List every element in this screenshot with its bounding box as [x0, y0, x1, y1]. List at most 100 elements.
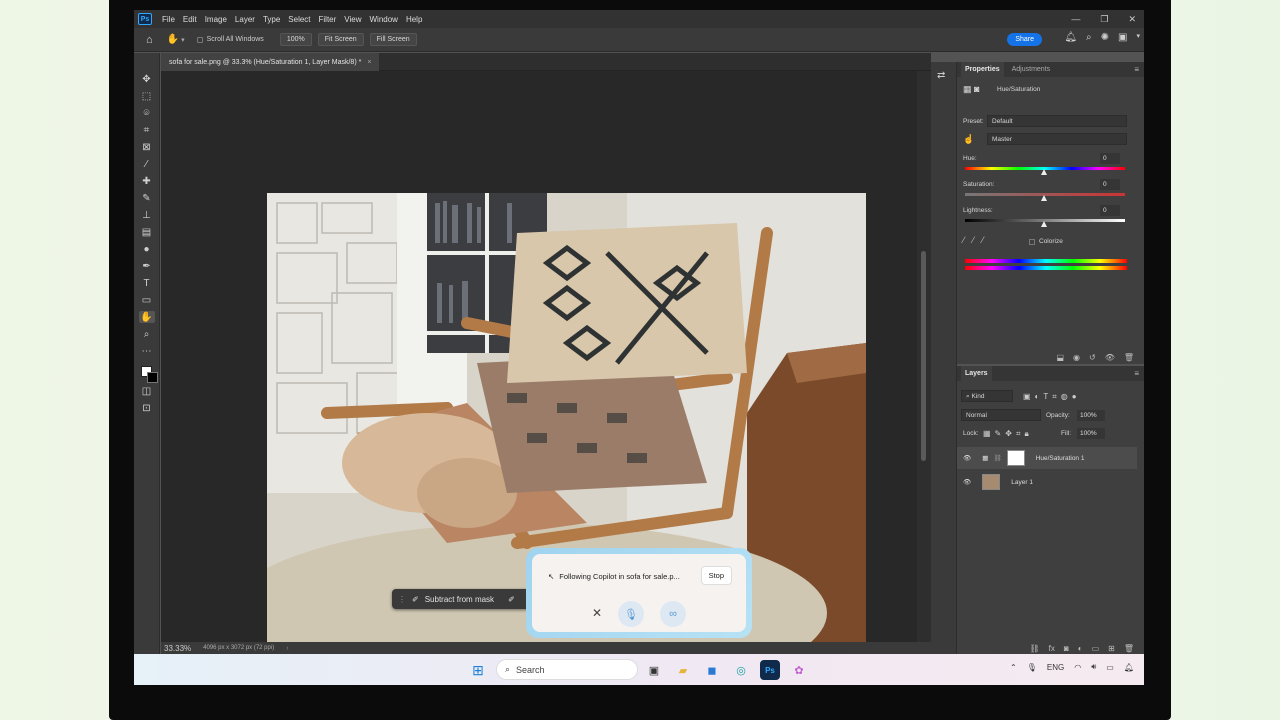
new-adjustment-icon[interactable]: ◐: [1078, 644, 1083, 653]
preset-dropdown[interactable]: Default: [987, 115, 1127, 127]
fill-screen-button[interactable]: Fill Screen: [369, 33, 417, 46]
task-view-icon[interactable]: ▣: [644, 660, 664, 680]
zoom-100-button[interactable]: 100%: [279, 33, 312, 46]
vertical-scrollbar[interactable]: [917, 71, 931, 642]
move-tool-icon[interactable]: ✥: [139, 73, 155, 85]
copilot-vision-glasses-icon[interactable]: ∞: [660, 601, 686, 627]
workspace-icon[interactable]: ▣: [1118, 32, 1127, 43]
menu-window[interactable]: Window: [366, 15, 402, 24]
taskbar-search[interactable]: ⌕ Search: [496, 659, 638, 680]
menu-type[interactable]: Type: [259, 15, 284, 24]
subtract-from-mask-button[interactable]: Subtract from mask: [425, 595, 494, 604]
lock-icons[interactable]: ▦✎✥⌗🔒︎: [983, 429, 1033, 439]
maximize-icon[interactable]: ❐: [1100, 14, 1108, 25]
new-group-icon[interactable]: ▭: [1092, 644, 1100, 653]
pen-tool-icon[interactable]: ✒: [139, 260, 155, 272]
hand-tool-active-icon[interactable]: ✋: [138, 311, 155, 323]
zoom-level[interactable]: 33.33%: [164, 644, 191, 653]
layer-row-hue-saturation[interactable]: 👁︎ ▦ ⛓︎ Hue/Saturation 1: [957, 447, 1137, 469]
visibility-icon[interactable]: 👁︎: [1105, 353, 1115, 362]
status-chevron-icon[interactable]: ›: [286, 645, 288, 652]
lightness-slider-thumb[interactable]: [1041, 221, 1047, 227]
quick-mask-icon[interactable]: ◫: [139, 385, 155, 397]
saturation-value-field[interactable]: 0: [1100, 179, 1120, 190]
hue-slider-thumb[interactable]: [1041, 169, 1047, 175]
colorize-checkbox[interactable]: [1029, 239, 1035, 245]
blend-mode-dropdown[interactable]: Normal: [961, 409, 1041, 421]
file-explorer-icon[interactable]: ▰: [673, 660, 693, 680]
tab-adjustments[interactable]: Adjustments: [1008, 62, 1055, 77]
fx-icon[interactable]: fx: [1049, 644, 1055, 653]
tray-microphone-icon[interactable]: 🎙︎: [1027, 663, 1037, 672]
minimize-icon[interactable]: —: [1071, 14, 1080, 24]
drag-handle-icon[interactable]: ⋮: [398, 595, 406, 604]
layer-name[interactable]: Layer 1: [1011, 479, 1033, 486]
object-selection-tool-icon[interactable]: ⌾: [139, 107, 155, 119]
delete-layer-icon[interactable]: 🗑︎: [1124, 644, 1134, 653]
type-tool-icon[interactable]: T: [139, 277, 155, 289]
fit-screen-button[interactable]: Fit Screen: [317, 33, 364, 46]
share-button[interactable]: Share: [1007, 33, 1042, 46]
crop-tool-icon[interactable]: ⌗: [139, 124, 155, 136]
eyedropper-icons[interactable]: ⁄⁄⁄: [963, 235, 992, 245]
gradient-tool-icon[interactable]: ▤: [139, 226, 155, 238]
channel-dropdown[interactable]: Master: [987, 133, 1127, 145]
close-icon[interactable]: ✕: [1128, 14, 1136, 25]
chain-link-icon[interactable]: ⛓︎: [993, 454, 1001, 462]
menu-image[interactable]: Image: [201, 15, 231, 24]
add-brush-icon[interactable]: ✐: [508, 595, 515, 604]
vertical-scroll-thumb[interactable]: [921, 251, 926, 461]
layer-filter-icons[interactable]: ▣◐T⌗◍●: [1023, 392, 1081, 402]
hue-value-field[interactable]: 0: [1100, 153, 1120, 164]
photoshop-taskbar-icon[interactable]: Ps: [760, 660, 780, 680]
menu-edit[interactable]: Edit: [179, 15, 201, 24]
document-tab[interactable]: sofa for sale.png @ 33.3% (Hue/Saturatio…: [161, 53, 380, 71]
layer-kind-filter[interactable]: ⌕ Kind: [961, 390, 1013, 402]
rectangle-tool-icon[interactable]: ▭: [139, 294, 155, 306]
panel-menu-icon[interactable]: ≡: [1134, 65, 1139, 74]
edge-browser-icon[interactable]: ◎: [731, 660, 751, 680]
zoom-tool-icon[interactable]: ⌕: [139, 328, 155, 340]
reset-icon[interactable]: ↺: [1089, 353, 1096, 362]
close-tab-icon[interactable]: ×: [367, 59, 371, 66]
color-swatches[interactable]: [139, 362, 158, 383]
layer-mask-thumbnail[interactable]: [1006, 450, 1025, 466]
frame-tool-icon[interactable]: ⊠: [139, 141, 155, 153]
delete-icon[interactable]: 🗑︎: [1124, 353, 1134, 362]
layer-visibility-eye-icon[interactable]: 👁︎: [963, 478, 971, 486]
bell-icon[interactable]: 🔔︎: [1064, 32, 1077, 43]
layers-menu-icon[interactable]: ≡: [1134, 369, 1139, 378]
more-tools-icon[interactable]: ⋯: [139, 345, 155, 357]
clip-to-layer-icon[interactable]: ⬓: [1056, 353, 1064, 362]
healing-brush-tool-icon[interactable]: ✚: [139, 175, 155, 187]
screen-mode-icon[interactable]: ⊡: [139, 402, 155, 414]
add-mask-icon[interactable]: ◙: [1064, 644, 1069, 653]
clone-stamp-tool-icon[interactable]: ⊥: [139, 209, 155, 221]
layer-name[interactable]: Hue/Saturation 1: [1036, 455, 1085, 462]
workspace-chevron-icon[interactable]: ▾: [1136, 32, 1140, 43]
layer-row-layer1[interactable]: 👁︎ Layer 1: [957, 471, 1137, 493]
menu-file[interactable]: File: [158, 15, 179, 24]
menu-filter[interactable]: Filter: [315, 15, 341, 24]
volume-icon[interactable]: 🔊︎: [1091, 662, 1096, 672]
tray-chevron-icon[interactable]: ⌃: [1010, 663, 1017, 672]
menu-help[interactable]: Help: [402, 15, 426, 24]
copilot-close-icon[interactable]: ✕: [592, 606, 602, 620]
targeted-adjust-icon[interactable]: ☝: [963, 134, 974, 145]
foreground-color-swatch[interactable]: [141, 365, 158, 383]
background-color-swatch[interactable]: [147, 371, 158, 383]
home-icon[interactable]: ⌂: [146, 34, 153, 46]
discover-lightbulb-icon[interactable]: ✺: [1101, 32, 1109, 43]
opacity-field[interactable]: 100%: [1077, 410, 1105, 421]
history-panel-icon[interactable]: ⇄: [937, 70, 945, 81]
dodge-tool-icon[interactable]: ●: [139, 243, 155, 255]
menu-view[interactable]: View: [340, 15, 365, 24]
tool-preset-chevron-icon[interactable]: ▾: [181, 36, 185, 44]
fill-field[interactable]: 100%: [1077, 428, 1105, 439]
microsoft-store-icon[interactable]: ◼: [702, 660, 722, 680]
view-previous-icon[interactable]: ◉: [1073, 353, 1080, 362]
copilot-taskbar-icon[interactable]: ✿: [789, 660, 809, 680]
language-indicator[interactable]: ENG: [1047, 663, 1064, 672]
tab-properties[interactable]: Properties: [961, 62, 1004, 77]
copilot-stop-button[interactable]: Stop: [700, 566, 732, 585]
